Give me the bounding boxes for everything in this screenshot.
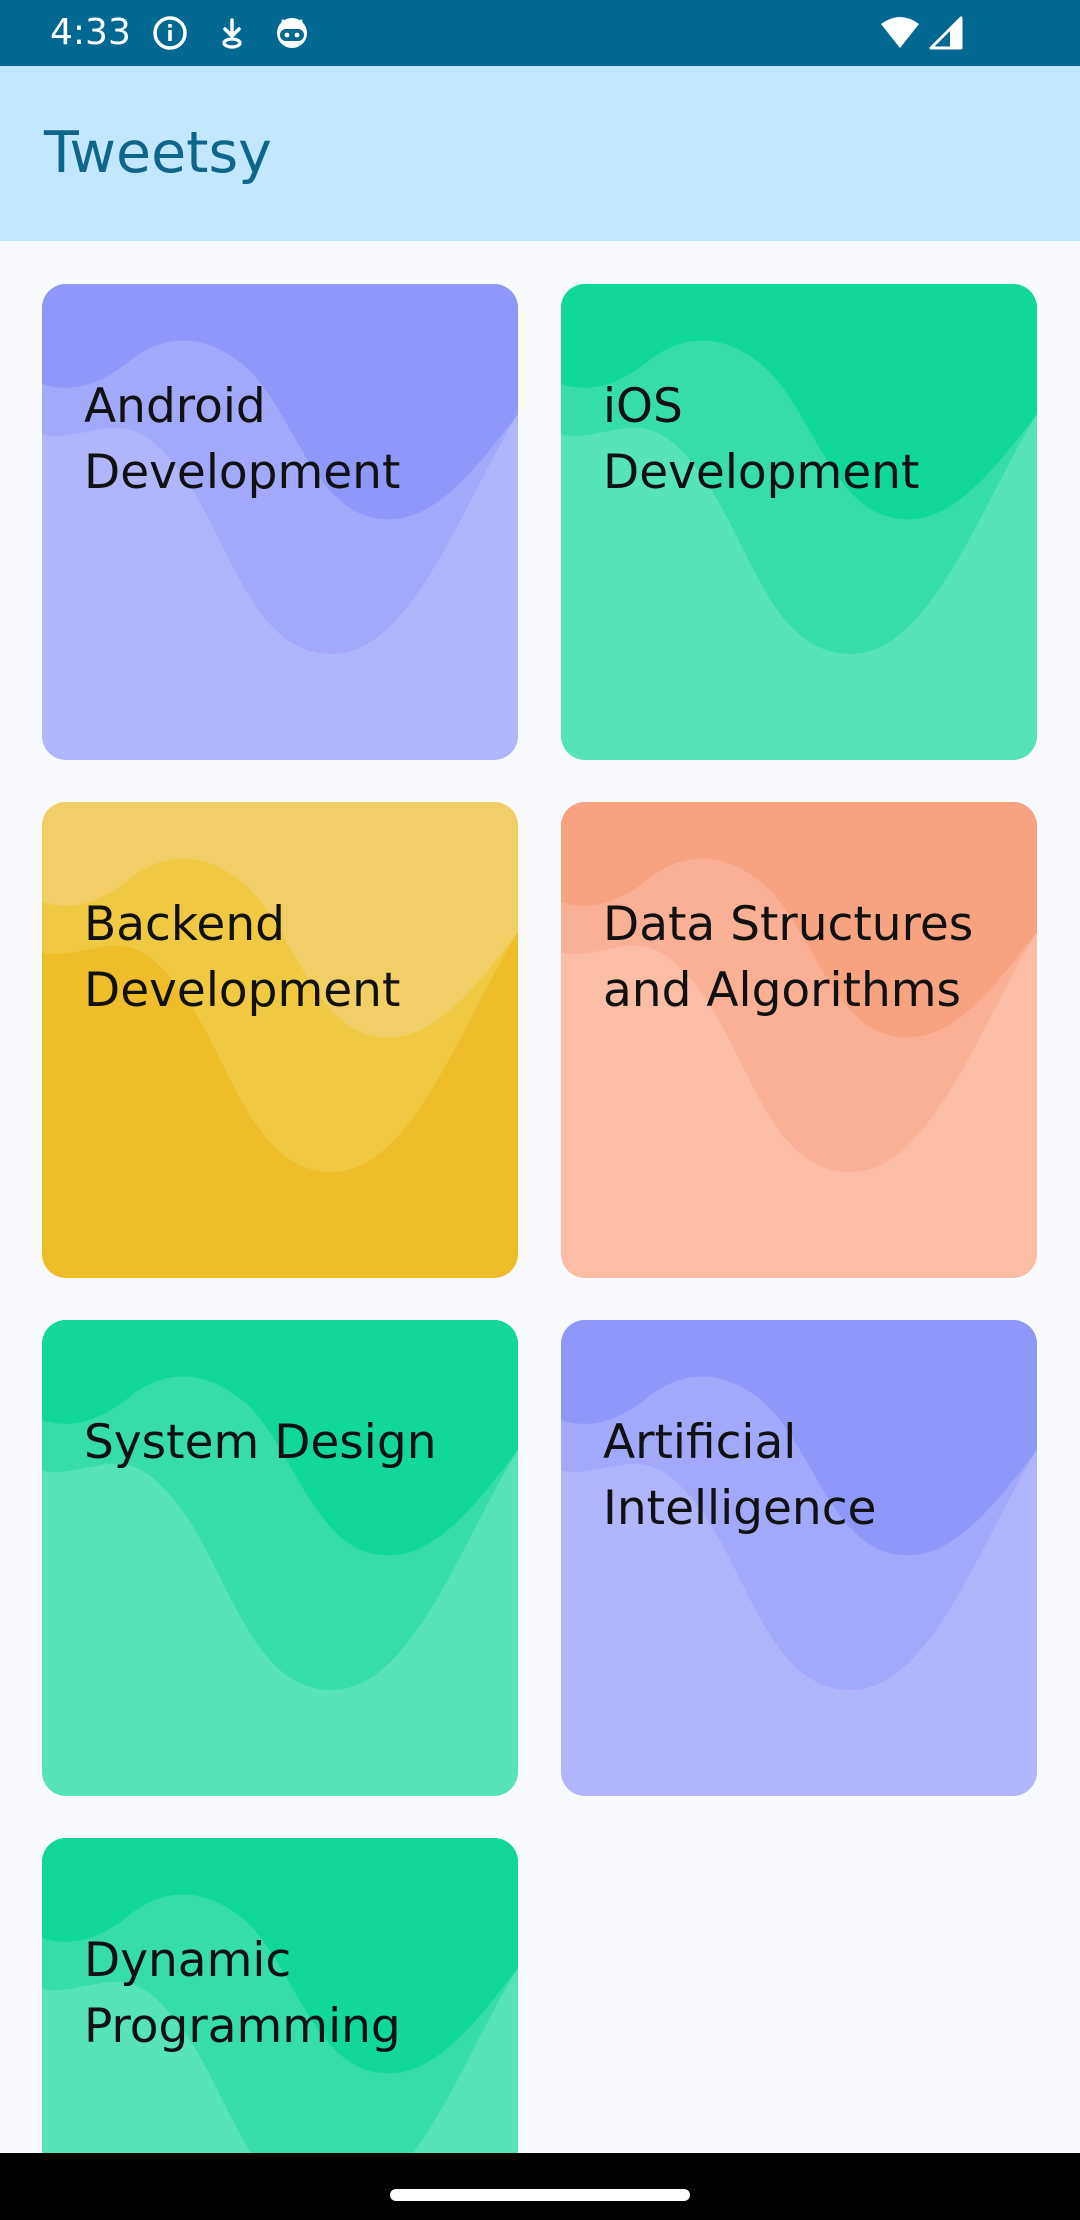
category-title: Dynamic Programming [84,1933,401,2054]
top-app-bar: Tweetsy [0,66,1080,241]
signal-icon [928,15,964,51]
status-bar: 4:33 [0,0,1080,66]
category-card-data-structures-and-algorithms[interactable]: Data Structures and Algorithms [561,802,1037,1278]
wave-background [42,802,518,1278]
category-title: Backend Development [84,897,401,1018]
app-title: Tweetsy [44,120,272,186]
android-face-icon [274,15,310,51]
wave-background [42,284,518,760]
download-icon [214,15,250,51]
wifi-icon [880,15,920,51]
category-card-backend-development[interactable]: Backend Development [42,802,518,1278]
category-title: Artificial Intelligence [603,1415,877,1536]
category-card-ios-development[interactable]: iOS Development [561,284,1037,760]
category-title: iOS Development [603,379,920,500]
system-navigation-bar [0,2153,1080,2220]
category-title: System Design [84,1415,437,1470]
category-card-dynamic-programming[interactable]: Dynamic Programming [42,1838,518,2153]
category-title: Data Structures and Algorithms [603,897,974,1018]
category-card-artificial-intelligence[interactable]: Artificial Intelligence [561,1320,1037,1796]
wave-background [561,284,1037,760]
category-card-system-design[interactable]: System Design [42,1320,518,1796]
category-title: Android Development [84,379,401,500]
category-card-android-development[interactable]: Android Development [42,284,518,760]
wave-background [561,1320,1037,1796]
home-gesture-handle[interactable] [390,2189,690,2201]
info-icon [152,15,188,51]
status-time: 4:33 [50,12,131,53]
wave-background [561,802,1037,1278]
wave-background [42,1320,518,1796]
category-grid[interactable]: Android Development iOS Development Back… [0,241,1080,2153]
